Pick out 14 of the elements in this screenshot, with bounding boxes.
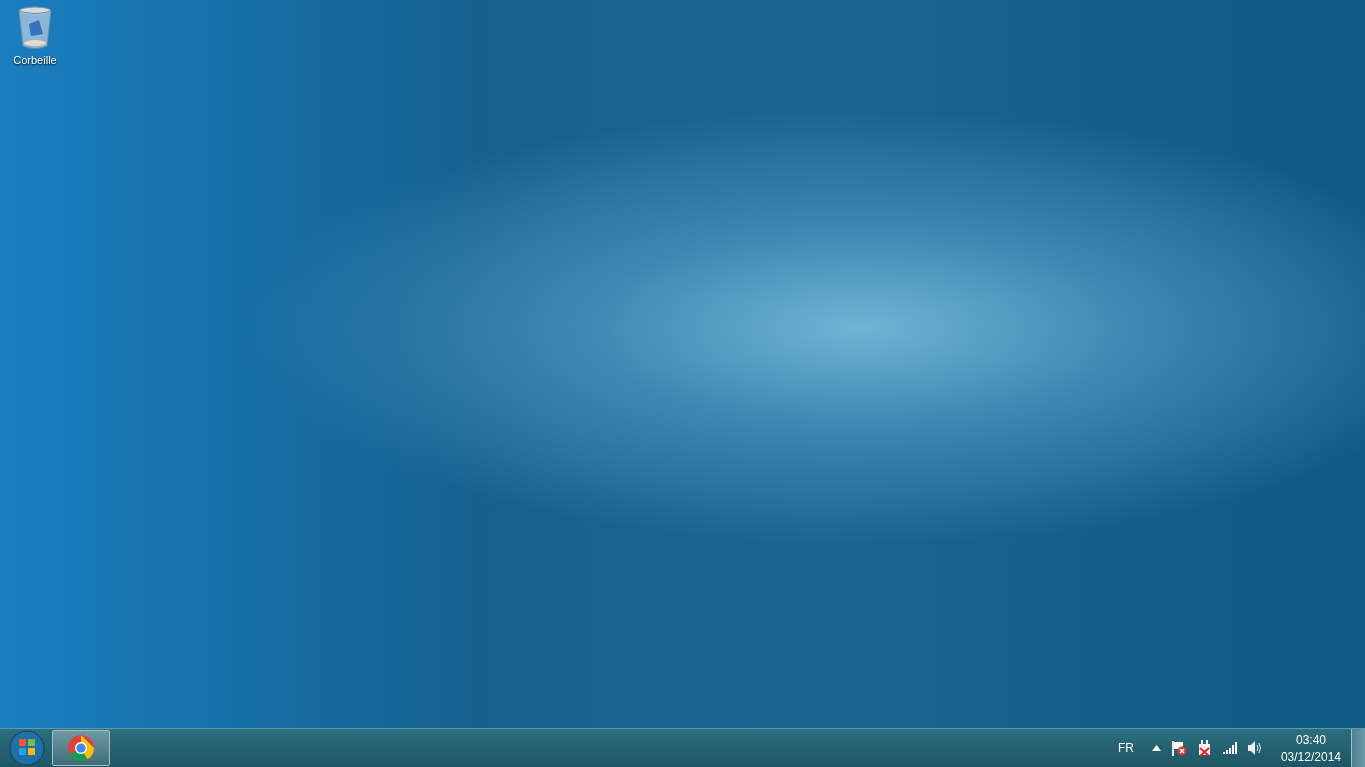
signal-bars-icon[interactable] (1222, 742, 1238, 754)
clock[interactable]: 03:40 03/12/2014 (1280, 732, 1341, 764)
clock-time: 03:40 (1295, 732, 1326, 747)
round-browser-icon (67, 734, 95, 762)
trash-bin-icon[interactable] (17, 6, 53, 50)
start-button[interactable] (8, 729, 46, 767)
speaker-icon[interactable] (1247, 741, 1263, 755)
flag-error-icon[interactable] (1170, 740, 1187, 756)
clock-date: 03/12/2014 (1280, 749, 1341, 764)
language-indicator[interactable]: FR (1117, 741, 1134, 755)
icon-label[interactable]: Corbeille (13, 54, 57, 66)
up-arrow-icon[interactable] (1151, 745, 1161, 751)
taskbar-app-button[interactable] (52, 730, 110, 766)
power-plug-error-icon[interactable] (1196, 739, 1213, 757)
